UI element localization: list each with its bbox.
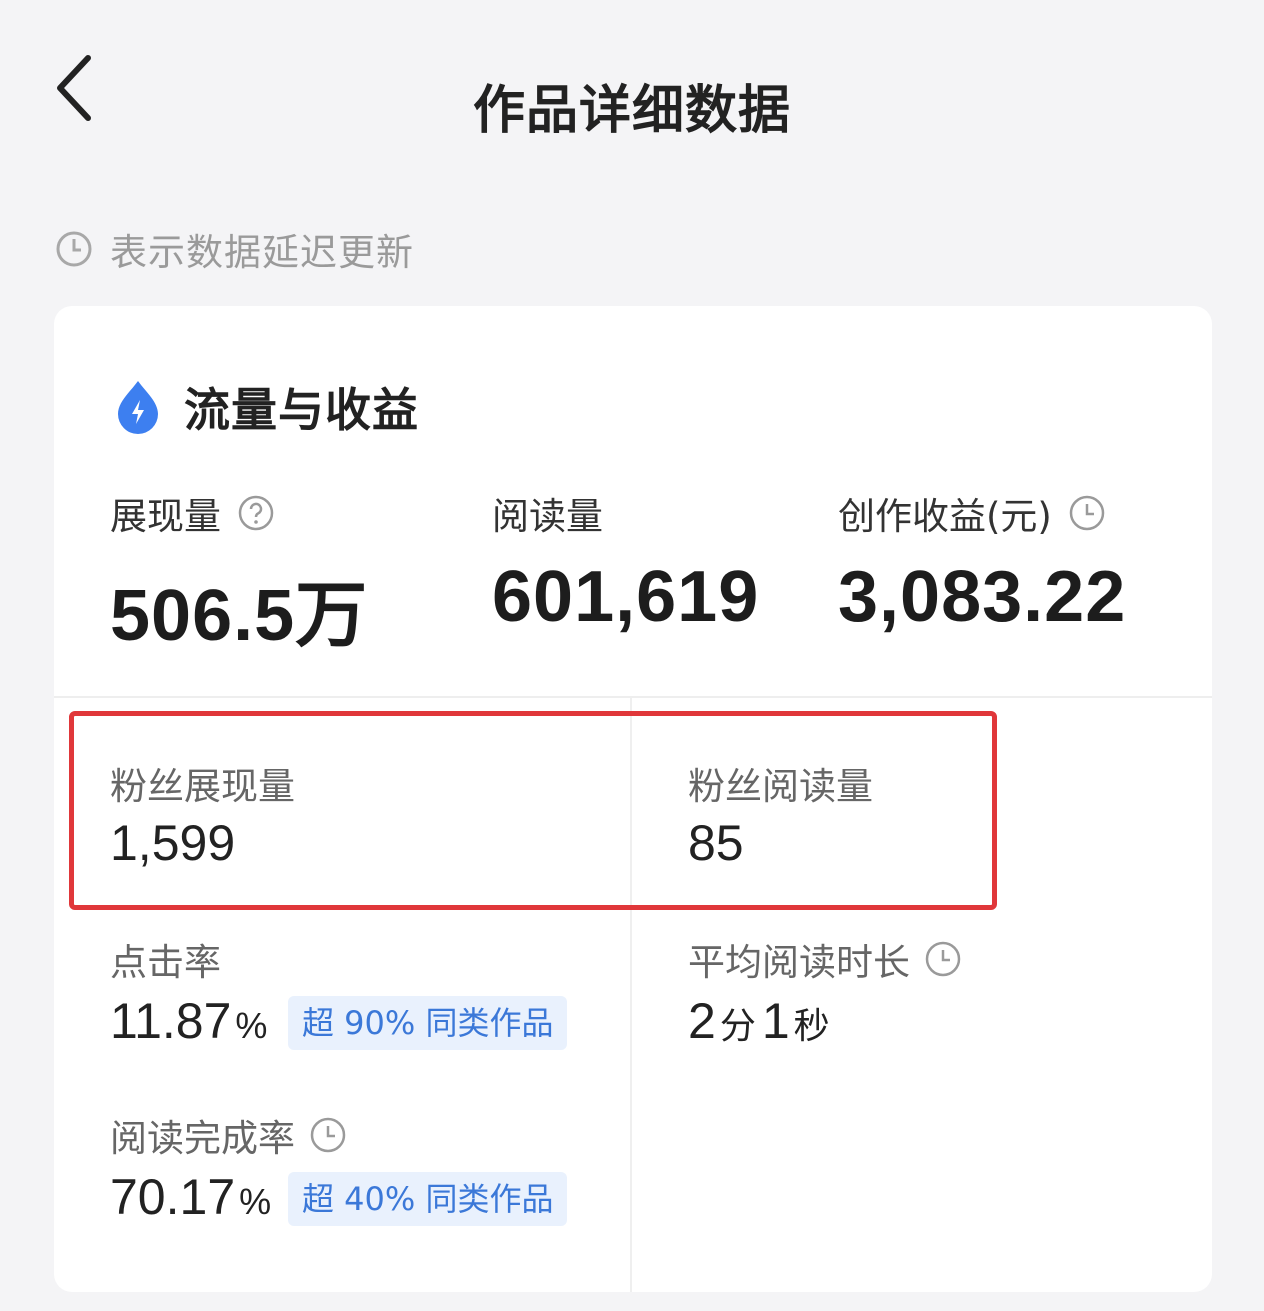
reads-value: 601,619: [492, 557, 760, 637]
lightning-drop-icon: [112, 378, 164, 436]
completion-rate-value: 70.17%: [110, 1168, 277, 1226]
seconds-number: 1: [761, 993, 790, 1049]
impressions-label-text: 展现量: [110, 495, 221, 538]
fan-reads-value: 85: [688, 814, 744, 872]
completion-rate-number: 70.17: [110, 1169, 236, 1225]
fan-impressions-value: 1,599: [110, 814, 235, 872]
avg-read-time-value: 2分1秒: [688, 992, 836, 1050]
clock-icon: [1068, 494, 1106, 532]
percent-unit: %: [235, 1005, 268, 1046]
traffic-revenue-card: 流量与收益 展现量 506.5万 阅读量 601,619 创作收益(元) 3,0…: [54, 306, 1212, 1292]
card-header: 流量与收益: [112, 374, 419, 440]
card-title: 流量与收益: [184, 383, 419, 437]
completion-rate-label-text: 阅读完成率: [110, 1117, 295, 1160]
fan-impressions-number: 1,599: [110, 815, 236, 871]
click-rate-label: 点击率: [110, 941, 221, 984]
minutes-unit: 分: [719, 1005, 756, 1046]
column-divider: [630, 698, 632, 1292]
clock-icon: [54, 229, 94, 269]
completion-rate-label: 阅读完成率: [110, 1108, 347, 1162]
revenue-label-text: 创作收益(元): [838, 495, 1052, 538]
delay-notice: 表示数据延迟更新: [54, 222, 414, 276]
fan-impressions-label: 粉丝展现量: [110, 765, 295, 808]
completion-rate-badge: 超 40% 同类作品: [288, 1172, 568, 1226]
divider: [54, 696, 1212, 698]
delay-notice-text: 表示数据延迟更新: [110, 231, 414, 274]
revenue-value: 3,083.22: [838, 557, 1127, 637]
click-rate-badge: 超 90% 同类作品: [288, 996, 568, 1050]
click-rate-value: 11.87%: [110, 992, 273, 1050]
impressions-label: 展现量: [110, 486, 275, 540]
avg-read-time-label: 平均阅读时长: [688, 932, 962, 986]
minutes-number: 2: [688, 993, 716, 1049]
avg-read-time-label-text: 平均阅读时长: [688, 941, 910, 984]
click-rate-number: 11.87: [110, 993, 232, 1049]
percent-unit: %: [239, 1181, 272, 1222]
reads-label: 阅读量: [492, 486, 603, 540]
seconds-unit: 秒: [793, 1005, 830, 1046]
impressions-value: 506.5万: [110, 576, 369, 656]
page-title: 作品详细数据: [472, 81, 791, 141]
revenue-label: 创作收益(元): [838, 486, 1106, 540]
fan-reads-label: 粉丝阅读量: [688, 765, 873, 808]
reads-label-text: 阅读量: [492, 495, 603, 538]
clock-icon: [309, 1116, 347, 1154]
fan-reads-number: 85: [688, 815, 744, 871]
help-circle-icon[interactable]: [237, 494, 275, 532]
clock-icon: [924, 940, 962, 978]
